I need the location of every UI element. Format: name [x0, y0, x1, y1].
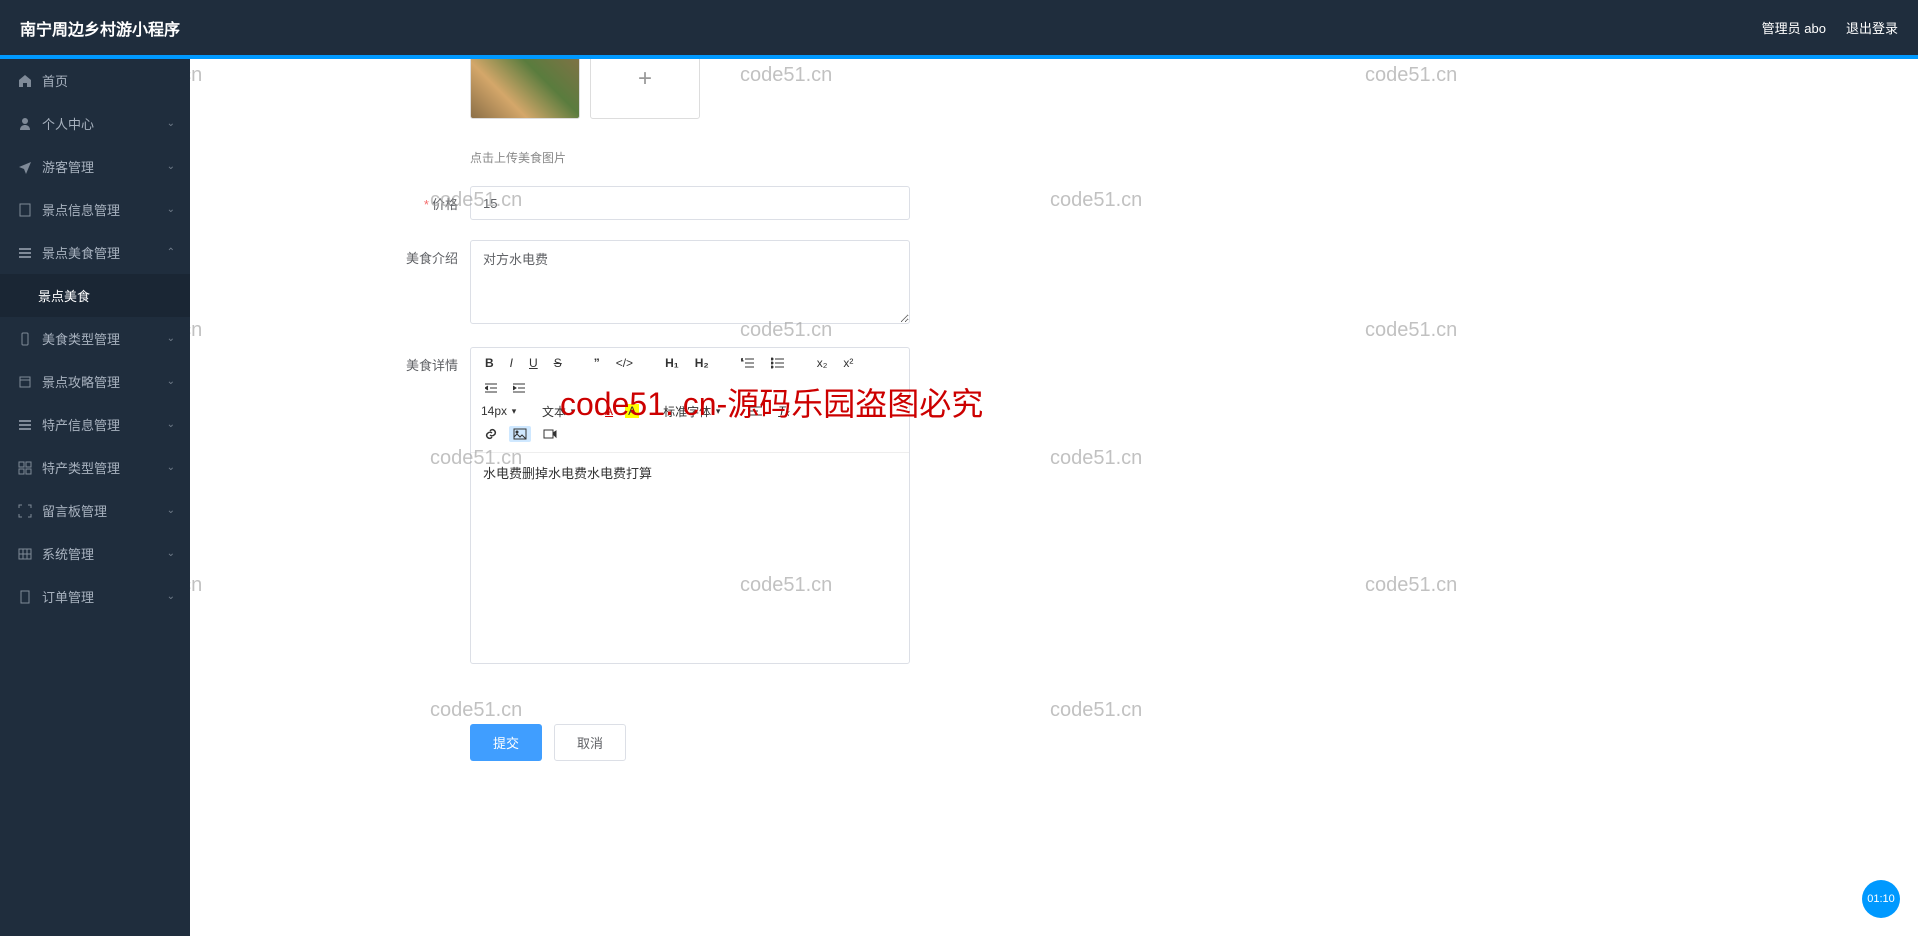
user-icon [18, 117, 32, 131]
chevron-up-icon: ⌃ [167, 247, 175, 258]
sidebar-label: 景点信息管理 [42, 200, 120, 219]
chevron-down-icon: ⌄ [167, 376, 175, 387]
sidebar-item-scenic[interactable]: 景点信息管理 ⌄ [0, 188, 190, 231]
calendar-icon [18, 375, 32, 389]
sidebar: 首页 个人中心 ⌄ 游客管理 ⌄ 景点信息管理 ⌄ 景点美食管理 ⌃ 景点美食 … [0, 59, 190, 936]
sidebar-label: 游客管理 [42, 157, 94, 176]
detail-label: 美食详情 [190, 347, 470, 374]
h2-button[interactable]: H₂ [691, 354, 713, 372]
doc-icon [18, 590, 32, 604]
sidebar-label: 留言板管理 [42, 501, 107, 520]
list-icon [18, 246, 32, 260]
scan-icon [18, 504, 32, 518]
sidebar-item-visitor[interactable]: 游客管理 ⌄ [0, 145, 190, 188]
svg-text:1: 1 [741, 357, 744, 362]
sidebar-item-specialty-type[interactable]: 特产类型管理 ⌄ [0, 446, 190, 489]
sidebar-label: 特产类型管理 [42, 458, 120, 477]
chevron-down-icon: ⌄ [167, 462, 175, 473]
home-icon [18, 74, 32, 88]
logout-link[interactable]: 退出登录 [1846, 18, 1898, 37]
sidebar-label: 个人中心 [42, 114, 94, 133]
strike-button[interactable]: S [550, 354, 566, 372]
superscript-button[interactable]: x² [839, 354, 857, 372]
code-button[interactable]: </> [612, 354, 637, 372]
price-input[interactable] [470, 186, 910, 220]
align-button[interactable] [746, 403, 766, 419]
sidebar-label: 系统管理 [42, 544, 94, 563]
clearformat-button[interactable]: Tₓ [774, 402, 794, 420]
italic-button[interactable]: I [506, 354, 517, 372]
sidebar-item-food-type[interactable]: 美食类型管理 ⌄ [0, 317, 190, 360]
app-title: 南宁周边乡村游小程序 [20, 16, 180, 40]
price-label: *价格 [190, 186, 470, 213]
bold-button[interactable]: B [481, 354, 498, 372]
ol-button[interactable]: 1 [737, 355, 759, 371]
sidebar-item-specialty[interactable]: 特产信息管理 ⌄ [0, 403, 190, 446]
sidebar-label: 景点美食管理 [42, 243, 120, 262]
sidebar-item-strategy[interactable]: 景点攻略管理 ⌄ [0, 360, 190, 403]
image-upload-area: + [470, 59, 910, 119]
chevron-down-icon: ⌄ [167, 204, 175, 215]
table-icon [18, 547, 32, 561]
chevron-down-icon: ⌄ [167, 161, 175, 172]
upload-hint: 点击上传美食图片 [470, 149, 910, 166]
sidebar-item-profile[interactable]: 个人中心 ⌄ [0, 102, 190, 145]
chevron-down-icon: ⌄ [167, 505, 175, 516]
chevron-down-icon: ⌄ [167, 333, 175, 344]
richtext-body[interactable]: 水电费删掉水电费水电费打算 [471, 453, 909, 663]
header-bar: 南宁周边乡村游小程序 管理员 abo 退出登录 [0, 0, 1918, 55]
fontcolor-button[interactable]: A [601, 402, 617, 420]
underline-button[interactable]: U [525, 354, 542, 372]
content-area: code51.cn code51.cn code51.cn code51.cn … [190, 59, 1918, 936]
phone-icon [18, 332, 32, 346]
sidebar-label: 特产信息管理 [42, 415, 120, 434]
video-button[interactable] [539, 426, 561, 442]
fontfamily-dropdown[interactable]: 标准字体▾ [663, 403, 722, 420]
cancel-button[interactable]: 取消 [554, 724, 626, 761]
sidebar-item-order[interactable]: 订单管理 ⌄ [0, 575, 190, 618]
chevron-down-icon: ⌄ [167, 419, 175, 430]
intro-textarea[interactable] [470, 240, 910, 324]
sidebar-label: 首页 [42, 71, 68, 90]
fontsize-dropdown[interactable]: 14px▾ [481, 404, 518, 418]
sidebar-item-system[interactable]: 系统管理 ⌄ [0, 532, 190, 575]
image-button[interactable] [509, 426, 531, 442]
list-icon [18, 418, 32, 432]
grid-icon [18, 461, 32, 475]
header-actions: 管理员 abo 退出登录 [1762, 18, 1898, 37]
richtext-toolbar: B I U S ” </> H₁ H₂ 1 [471, 348, 909, 453]
intro-label: 美食介绍 [190, 240, 470, 267]
doc-icon [18, 203, 32, 217]
plane-icon [18, 160, 32, 174]
watermark: code51.cn [1050, 699, 1142, 722]
submit-button[interactable]: 提交 [470, 724, 542, 761]
add-image-button[interactable]: + [590, 59, 700, 119]
sidebar-item-message[interactable]: 留言板管理 ⌄ [0, 489, 190, 532]
button-row: 提交 取消 [190, 724, 1888, 761]
video-time-badge[interactable]: 01:10 [1862, 880, 1900, 918]
sidebar-item-home[interactable]: 首页 [0, 59, 190, 102]
ul-button[interactable] [767, 355, 789, 371]
chevron-down-icon: ⌄ [167, 548, 175, 559]
sidebar-item-food-mgmt[interactable]: 景点美食管理 ⌃ [0, 231, 190, 274]
sidebar-item-food[interactable]: 景点美食 [0, 274, 190, 317]
sidebar-label: 景点美食 [38, 286, 90, 305]
sidebar-label: 美食类型管理 [42, 329, 120, 348]
h1-button[interactable]: H₁ [661, 354, 683, 372]
chevron-down-icon: ⌄ [167, 118, 175, 129]
sidebar-label: 景点攻略管理 [42, 372, 120, 391]
sidebar-label: 订单管理 [42, 587, 94, 606]
subscript-button[interactable]: x₂ [813, 354, 832, 372]
admin-name[interactable]: 管理员 abo [1762, 18, 1826, 37]
watermark: code51.cn [430, 699, 522, 722]
uploaded-image[interactable] [470, 59, 580, 119]
link-button[interactable] [481, 426, 501, 442]
textstyle-dropdown[interactable]: 文本▾ [542, 403, 577, 420]
indent-button[interactable] [509, 380, 529, 396]
bgcolor-button[interactable]: A [625, 404, 639, 418]
chevron-down-icon: ⌄ [167, 591, 175, 602]
quote-button[interactable]: ” [590, 354, 604, 372]
outdent-button[interactable] [481, 380, 501, 396]
richtext-editor: B I U S ” </> H₁ H₂ 1 [470, 347, 910, 664]
